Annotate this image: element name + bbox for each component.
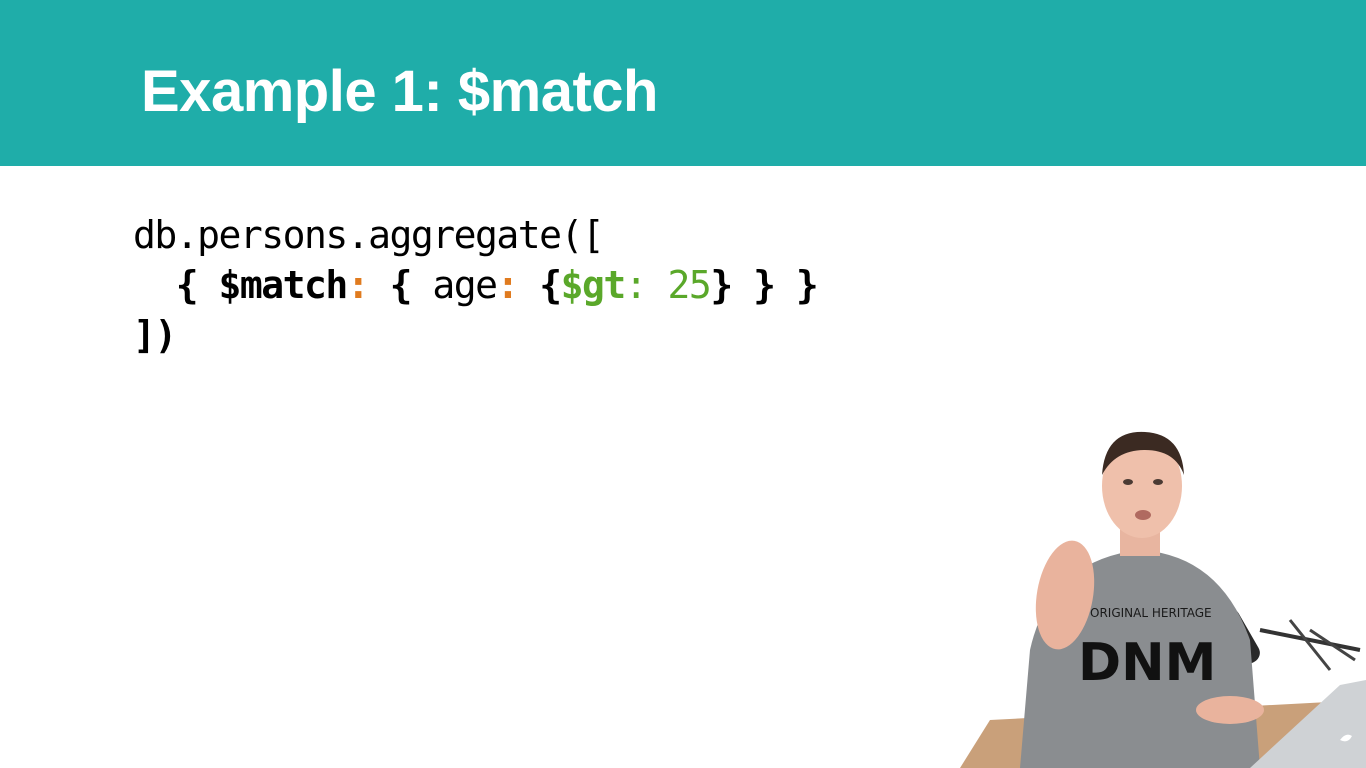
code-match-operator: $match xyxy=(218,263,349,307)
shirt-letters: DNM xyxy=(1078,633,1216,693)
code-line-3: ]) xyxy=(133,310,817,360)
slide-header: Example 1: $match xyxy=(0,0,1366,166)
code-line-1: db.persons.aggregate([ xyxy=(133,210,817,260)
code-colon: : xyxy=(496,263,519,307)
code-brace: { xyxy=(175,263,219,307)
presenter-image: ORIGINAL HERITAGE DNM xyxy=(960,431,1366,768)
code-colon: : xyxy=(624,263,648,307)
shirt-text: ORIGINAL HERITAGE xyxy=(1090,606,1212,620)
code-brace: { xyxy=(517,263,562,307)
code-brace: { xyxy=(368,263,433,307)
code-line-2: { $match: { age: {$gt: 25} } } xyxy=(133,260,819,310)
code-text: db.persons.aggregate([ xyxy=(133,213,605,257)
code-text: ]) xyxy=(133,313,177,357)
code-gt-operator: $gt xyxy=(560,263,627,307)
presenter-hand-right xyxy=(1196,696,1264,724)
presenter-video: ORIGINAL HERITAGE DNM xyxy=(960,420,1366,768)
code-colon: : xyxy=(346,263,370,307)
code-brace: } } } xyxy=(710,263,818,307)
code-value: 25 xyxy=(646,263,712,307)
code-block: db.persons.aggregate([ { $match: { age: … xyxy=(133,210,819,360)
code-field: age xyxy=(432,263,498,307)
slide-title: Example 1: $match xyxy=(141,59,658,124)
